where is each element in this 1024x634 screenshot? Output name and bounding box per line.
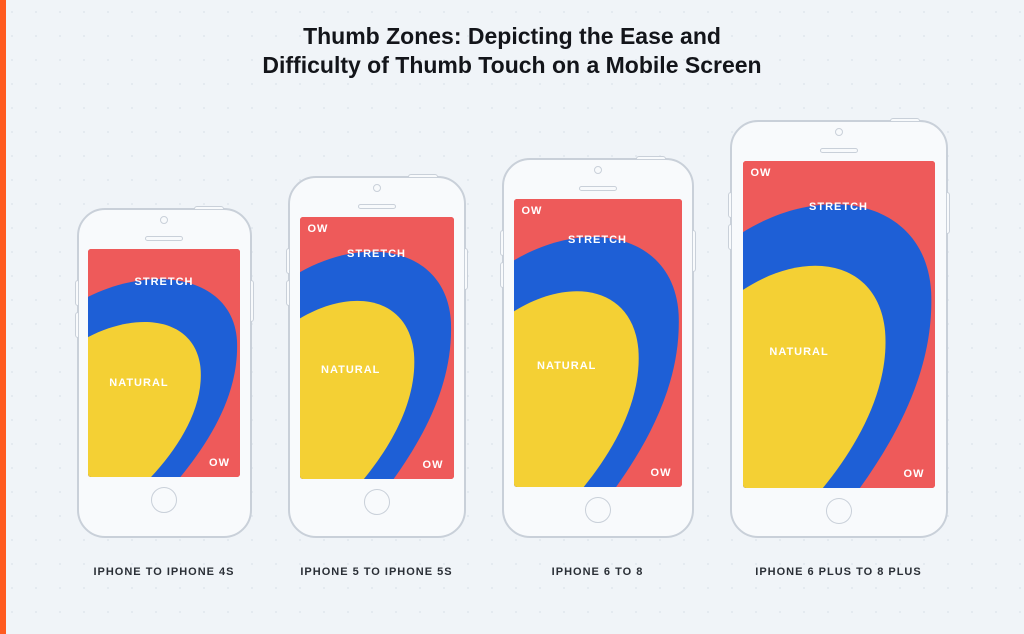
phone-caption: IPHONE TO IPHONE 4S [93, 566, 234, 578]
home-button-icon [151, 487, 177, 513]
camera-icon [594, 166, 602, 174]
phone-outline: STRETCH NATURAL OW OW [288, 176, 466, 538]
earpiece-icon [145, 236, 183, 241]
zone-label-ow-top: OW [308, 223, 329, 235]
phone-caption: IPHONE 5 TO IPHONE 5S [300, 566, 452, 578]
phone-column: STRETCH NATURAL OW OW IPHONE 6 TO 8 [502, 158, 694, 578]
phone-screen: STRETCH NATURAL OW OW [514, 199, 682, 487]
side-button-icon [250, 280, 254, 322]
phone-screen: STRETCH NATURAL OW OW [743, 161, 935, 488]
top-button-icon [636, 156, 666, 160]
home-button-icon [826, 498, 852, 524]
zone-label-ow-bottom: OW [904, 468, 925, 480]
camera-icon [160, 216, 168, 224]
home-button-icon [585, 497, 611, 523]
phone-caption: IPHONE 6 TO 8 [552, 566, 644, 578]
side-button-icon [286, 248, 290, 274]
zone-label-ow-bottom: OW [209, 457, 230, 469]
home-button-icon [364, 489, 390, 515]
phone-screen: STRETCH NATURAL OW OW [300, 217, 454, 479]
side-button-icon [728, 224, 732, 250]
title-line-1: Thumb Zones: Depicting the Ease and [303, 23, 721, 49]
phone-column: STRETCH NATURAL OW OW IPHONE 5 TO IPHONE 5S [288, 176, 466, 578]
zone-label-stretch: STRETCH [347, 248, 406, 260]
earpiece-icon [579, 186, 617, 191]
top-button-icon [890, 118, 920, 122]
phone-column: STRETCH NATURAL OW OW IPHONE 6 PLUS TO 8 PLU… [730, 120, 948, 578]
zone-label-ow-top: OW [522, 205, 543, 217]
zone-label-ow-bottom: OW [651, 467, 672, 479]
phone-outline: STRETCH NATURAL OW [77, 208, 252, 538]
phone-outline: STRETCH NATURAL OW OW [730, 120, 948, 538]
zone-label-ow-bottom: OW [423, 459, 444, 471]
side-button-icon [728, 192, 732, 218]
page-title: Thumb Zones: Depicting the Ease and Diff… [0, 22, 1024, 80]
zone-label-stretch: STRETCH [809, 201, 868, 213]
phone-screen: STRETCH NATURAL OW [88, 249, 240, 477]
zone-label-stretch: STRETCH [135, 276, 194, 288]
phone-caption: IPHONE 6 PLUS TO 8 PLUS [755, 566, 921, 578]
zone-label-stretch: STRETCH [568, 234, 627, 246]
side-button-icon [500, 262, 504, 288]
side-button-icon [946, 192, 950, 234]
side-button-icon [692, 230, 696, 272]
camera-icon [373, 184, 381, 192]
zone-label-natural: NATURAL [321, 364, 380, 376]
camera-icon [835, 128, 843, 136]
phone-column: STRETCH NATURAL OW IPHONE TO IPHONE 4S [77, 208, 252, 578]
earpiece-icon [358, 204, 396, 209]
zone-label-natural: NATURAL [109, 377, 168, 389]
side-button-icon [500, 230, 504, 256]
side-button-icon [464, 248, 468, 290]
side-button-icon [75, 312, 79, 338]
earpiece-icon [820, 148, 858, 153]
title-line-2: Difficulty of Thumb Touch on a Mobile Sc… [262, 52, 761, 78]
side-button-icon [286, 280, 290, 306]
phones-row: STRETCH NATURAL OW IPHONE TO IPHONE 4S STRE… [0, 120, 1024, 578]
zone-label-ow-top: OW [751, 167, 772, 179]
top-button-icon [408, 174, 438, 178]
zone-label-natural: NATURAL [769, 346, 828, 358]
zone-label-natural: NATURAL [537, 360, 596, 372]
phone-outline: STRETCH NATURAL OW OW [502, 158, 694, 538]
top-button-icon [194, 206, 224, 210]
side-button-icon [75, 280, 79, 306]
